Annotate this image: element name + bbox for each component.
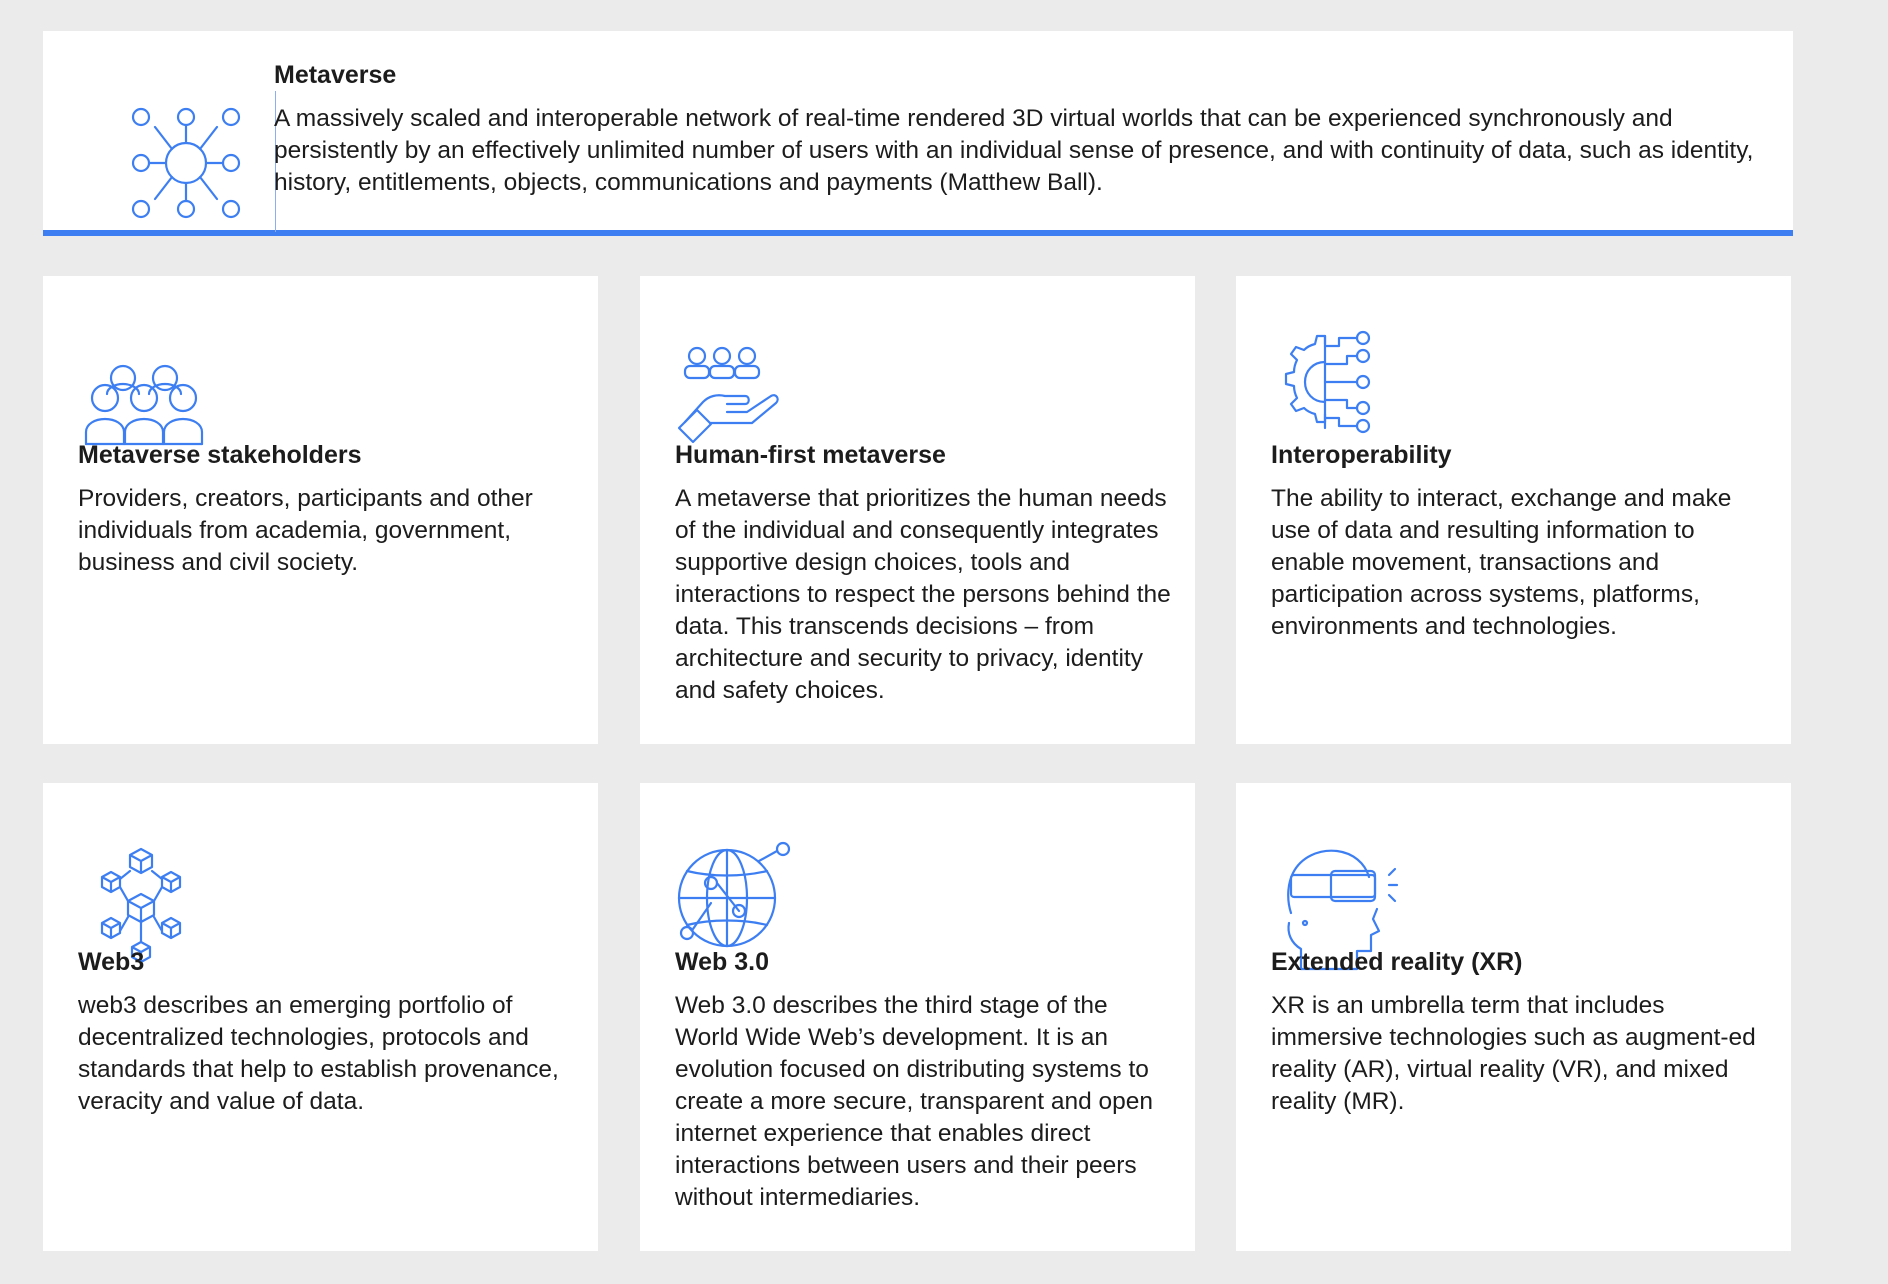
card-title: Metaverse stakeholders xyxy=(78,441,362,469)
card-title: Web 3.0 xyxy=(675,948,770,976)
card-human-first-metaverse: Human-first metaverse A metaverse that p… xyxy=(640,276,1195,744)
card-metaverse-stakeholders: Metaverse stakeholders Providers, creato… xyxy=(43,276,598,744)
card-web3: Web3 web3 describes an emerging portfoli… xyxy=(43,783,598,1251)
card-text: Web 3.0 describes the third stage of the… xyxy=(675,992,1154,1211)
card-text: A metaverse that prioritizes the human n… xyxy=(675,485,1171,704)
gear-circuit-icon xyxy=(1271,306,1401,434)
globe-network-icon xyxy=(675,813,805,948)
card-text: web3 describes an emerging portfolio of … xyxy=(78,992,559,1115)
card-text: XR is an umbrella term that includes imm… xyxy=(1271,992,1756,1115)
header-description: A massively scaled and interoperable net… xyxy=(274,105,1754,196)
blockchain-cubes-icon xyxy=(78,813,208,964)
card-title: Interoperability xyxy=(1271,441,1452,469)
card-title: Human-first metaverse xyxy=(675,441,946,469)
header-title: Metaverse xyxy=(274,61,397,89)
people-group-icon xyxy=(78,306,208,446)
card-web-3-0: Web 3.0 Web 3.0 describes the third stag… xyxy=(640,783,1195,1251)
card-text: Providers, creators, participants and ot… xyxy=(78,485,533,576)
network-hub-icon xyxy=(121,103,251,223)
card-title: Extended reality (XR) xyxy=(1271,948,1523,976)
card-interoperability: Interoperability The ability to interact… xyxy=(1236,276,1791,744)
vr-headset-icon xyxy=(1271,813,1401,971)
hand-holding-people-icon xyxy=(675,306,805,444)
card-text: The ability to interact, exchange and ma… xyxy=(1271,485,1732,640)
card-extended-reality: Extended reality (XR) XR is an umbrella … xyxy=(1236,783,1791,1251)
card-title: Web3 xyxy=(78,948,145,976)
